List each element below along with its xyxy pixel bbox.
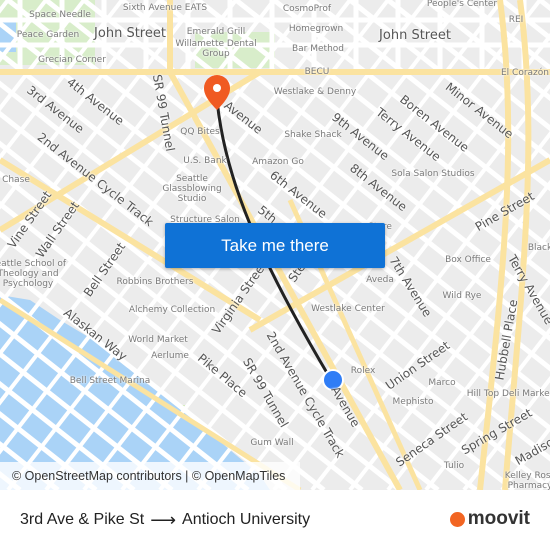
map-label: BECU [304, 67, 330, 78]
map-label: Seattle School of Theology and Psycholog… [0, 259, 67, 289]
arrow-right-icon: ⟶ [150, 509, 177, 530]
map-label: CosmoProf [282, 4, 332, 15]
map-label: REI [508, 15, 524, 26]
map-label: Aerlume [151, 351, 189, 362]
map-label: Alchemy Collection [128, 305, 216, 316]
moovit-logo[interactable]: moovit [449, 508, 530, 530]
map-label: Sixth Avenue EATS [122, 3, 208, 14]
map-label: Wild Rye [442, 291, 482, 302]
take-me-there-button[interactable]: Take me there [165, 223, 385, 268]
map-label: Westlake Center [311, 304, 385, 315]
map-attribution[interactable]: © OpenStreetMap contributors | © OpenMap… [0, 462, 300, 490]
map-label: World Market [128, 335, 188, 346]
map-label: Amazon Go [252, 157, 304, 168]
map-label: Sola Salon Studios [391, 169, 475, 180]
map-label: Emerald Grill [186, 27, 246, 38]
map-label: Robbins Brothers [116, 277, 194, 288]
map-label: Black [527, 243, 550, 254]
origin-label: 3rd Ave & Pike St [20, 511, 145, 528]
map-label: Box Office [445, 255, 491, 266]
map-label: Chase [2, 175, 30, 186]
map-label: Aveda [366, 275, 394, 286]
map-label: El Corazón [501, 68, 549, 79]
map-label: Bell Street Marina [69, 376, 151, 387]
map-label: Marco [428, 378, 456, 389]
map-label: Bar Method [291, 44, 345, 55]
map-label: Space Needle [29, 10, 91, 21]
map-label: Seattle Glassblowing Studio [162, 174, 222, 204]
map-label: Rolex [350, 366, 376, 377]
map-label: Willamette Dental Group [175, 39, 257, 59]
map-label: Tulio [443, 461, 465, 472]
map-label: Peace Garden [16, 30, 80, 41]
map-label: People's Center [426, 0, 498, 10]
moovit-logo-icon [449, 511, 465, 527]
map-label: Grecian Corner [38, 55, 106, 66]
map-label: U.S. Bank [183, 156, 227, 167]
map-label: Mephisto [392, 397, 434, 408]
map-label: Homegrown [288, 24, 344, 35]
map-label: John Street [94, 25, 166, 41]
moovit-logo-text: moovit [467, 508, 530, 529]
map[interactable]: Space Needle Peace Garden Grecian Corner Jo… [0, 0, 550, 490]
map-label: Kelley Ross Pharmacy [504, 471, 550, 490]
map-label: QQ Bites [180, 127, 220, 138]
map-label: John Street [379, 27, 451, 43]
map-label: Westlake & Denny [273, 87, 357, 98]
map-label: Hill Top Deli Market [466, 389, 550, 400]
destination-label: Antioch University [182, 511, 311, 528]
map-label: Gum Wall [250, 438, 294, 449]
map-label: Shake Shack [284, 130, 342, 141]
